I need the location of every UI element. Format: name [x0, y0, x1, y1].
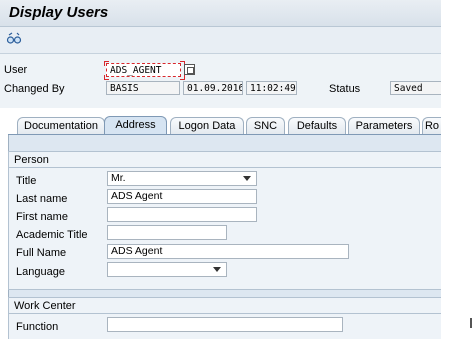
glasses-icon[interactable] [6, 32, 22, 46]
function-field[interactable] [107, 317, 343, 332]
language-dropdown[interactable] [107, 262, 227, 277]
focus-corner [104, 75, 109, 80]
title-bar: Display Users [0, 0, 441, 27]
full-name-label: Full Name [16, 247, 67, 259]
changed-by-label: Changed By [4, 83, 65, 95]
edge-marker [470, 318, 472, 328]
title-label: Title [16, 175, 37, 187]
tab-snc[interactable]: SNC [246, 117, 285, 134]
tab-address[interactable]: Address [104, 116, 167, 134]
group-divider [8, 313, 441, 314]
status-label: Status [329, 83, 361, 95]
user-field[interactable]: ADS_AGENT [106, 63, 181, 77]
window-title: Display Users [9, 4, 109, 21]
chevron-down-icon [213, 267, 221, 272]
title-dropdown-value: Mr. [111, 172, 126, 184]
tab-roles[interactable]: Ro [422, 117, 441, 134]
user-label: User [4, 64, 28, 76]
chevron-down-icon [243, 176, 251, 181]
academic-title-field[interactable] [107, 225, 227, 240]
copy-icon[interactable] [184, 64, 195, 75]
tab-logon-data[interactable]: Logon Data [170, 117, 244, 134]
group-divider [8, 167, 441, 168]
tab-defaults[interactable]: Defaults [288, 117, 346, 134]
title-dropdown[interactable]: Mr. [107, 171, 257, 186]
tab-parameters[interactable]: Parameters [348, 117, 420, 134]
academic-title-label: Academic Title [16, 229, 88, 241]
first-name-label: First name [16, 211, 68, 223]
status-field: Saved [390, 81, 441, 95]
right-margin [441, 0, 474, 339]
tab-documentation[interactable]: Documentation [17, 117, 105, 134]
function-label: Function [16, 321, 59, 333]
focus-corner [104, 61, 109, 66]
last-name-label: Last name [16, 193, 68, 205]
first-name-field[interactable] [107, 207, 257, 222]
full-name-field[interactable]: ADS Agent [107, 244, 349, 259]
person-group-title: Person [14, 154, 49, 166]
focus-corner [180, 75, 185, 80]
language-label: Language [16, 266, 65, 278]
application-toolbar [0, 27, 441, 54]
last-name-field[interactable]: ADS Agent [107, 189, 257, 204]
changed-date-field: 01.09.2016 [183, 81, 243, 95]
work-center-group-title: Work Center [14, 300, 76, 312]
changed-time-field: 11:02:49 [246, 81, 297, 95]
changed-by-field: BASIS [106, 81, 180, 95]
